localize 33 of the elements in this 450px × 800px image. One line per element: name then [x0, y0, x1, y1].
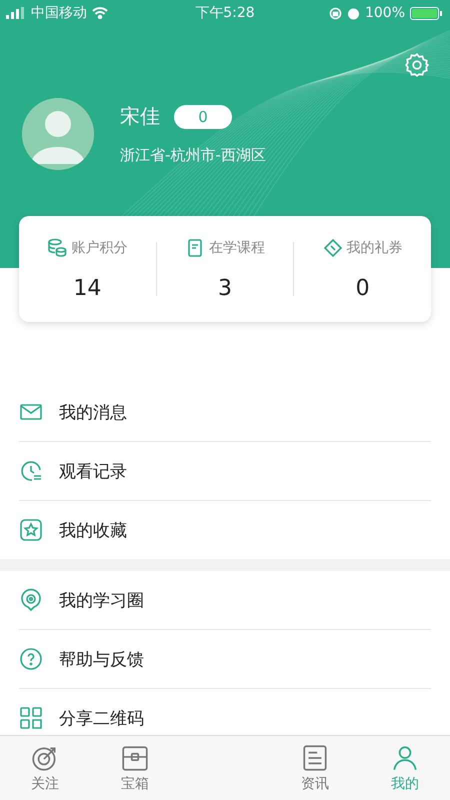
user-name: 宋佳 — [120, 103, 160, 130]
settings-icon[interactable] — [404, 52, 430, 78]
menu-item[interactable]: 观看记录 — [59, 460, 127, 482]
book-icon — [185, 238, 205, 258]
stat-value[interactable]: 0 — [356, 276, 370, 300]
tab-item[interactable]: 宝箱 — [121, 775, 149, 793]
coins-icon — [47, 238, 68, 258]
level-badge: 0 — [174, 104, 232, 128]
stat-label: 在学课程 — [209, 238, 265, 256]
avatar[interactable] — [22, 98, 94, 170]
status-time: 下午5:28 — [195, 5, 255, 21]
user-location: 浙江省-杭州市-西湖区 — [120, 146, 266, 165]
tab-item[interactable]: 关注 — [31, 775, 59, 793]
wifi-icon — [92, 7, 108, 19]
signal-icon — [6, 7, 26, 19]
battery-percent: 100% — [364, 5, 405, 21]
battery-icon — [410, 6, 444, 20]
clock-list-icon — [19, 459, 43, 483]
qr-code-icon — [19, 706, 43, 730]
tab-item[interactable]: 资讯 — [301, 775, 329, 793]
menu-item[interactable]: 帮助与反馈 — [59, 648, 144, 670]
menu-item[interactable]: 我的学习圈 — [59, 588, 144, 612]
menu-item[interactable]: 我的收藏 — [59, 518, 127, 542]
menu-item[interactable]: 分享二维码 — [59, 706, 144, 730]
stat-value[interactable]: 14 — [73, 276, 102, 300]
stat-label: 账户积分 — [71, 238, 128, 256]
stat-value[interactable]: 3 — [218, 276, 232, 300]
stat-label: 我的礼券 — [346, 238, 403, 256]
target-bubble-icon — [19, 588, 43, 612]
menu-item[interactable]: 我的消息 — [59, 400, 127, 424]
carrier-name: 中国移动 — [31, 4, 87, 22]
rotation-lock-icon — [328, 6, 342, 20]
help-icon — [19, 647, 43, 671]
